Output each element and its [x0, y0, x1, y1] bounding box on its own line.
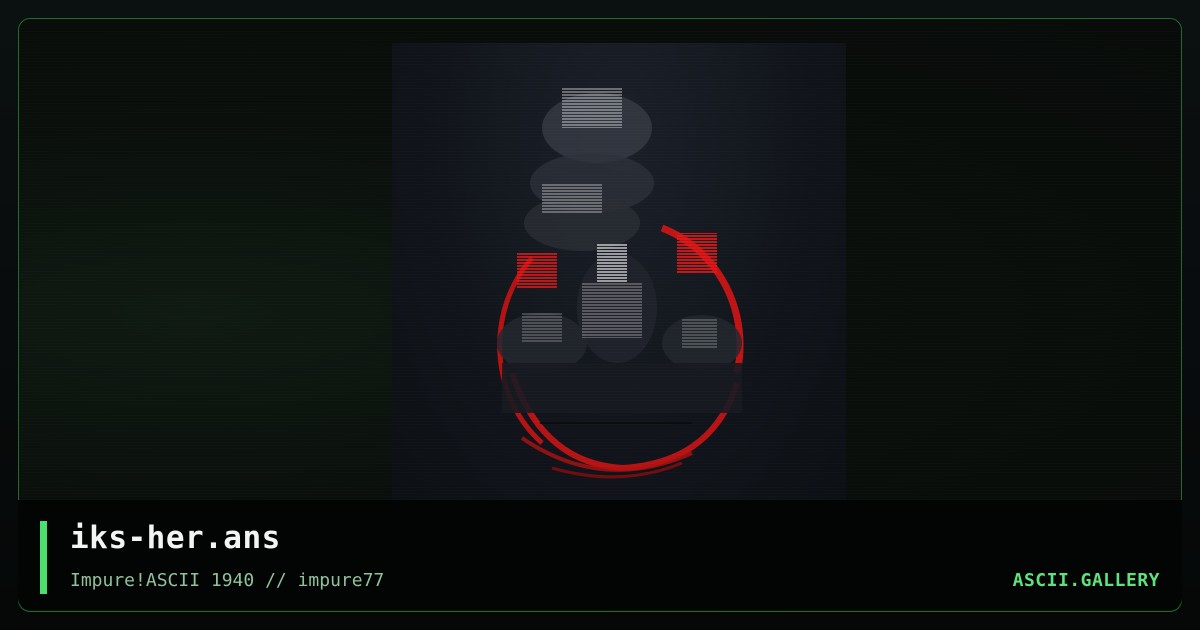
artwork-meta: Impure!ASCII 1940 // impure77 [70, 570, 385, 591]
accent-stripe [40, 521, 47, 594]
artwork-preview[interactable] [392, 43, 846, 519]
info-bar: iks-her.ans Impure!ASCII 1940 // impure7… [18, 500, 1182, 610]
artwork-image [497, 88, 744, 479]
artwork-title: iks-her.ans [70, 520, 281, 556]
site-brand-link[interactable]: ASCII.GALLERY [1013, 570, 1160, 591]
